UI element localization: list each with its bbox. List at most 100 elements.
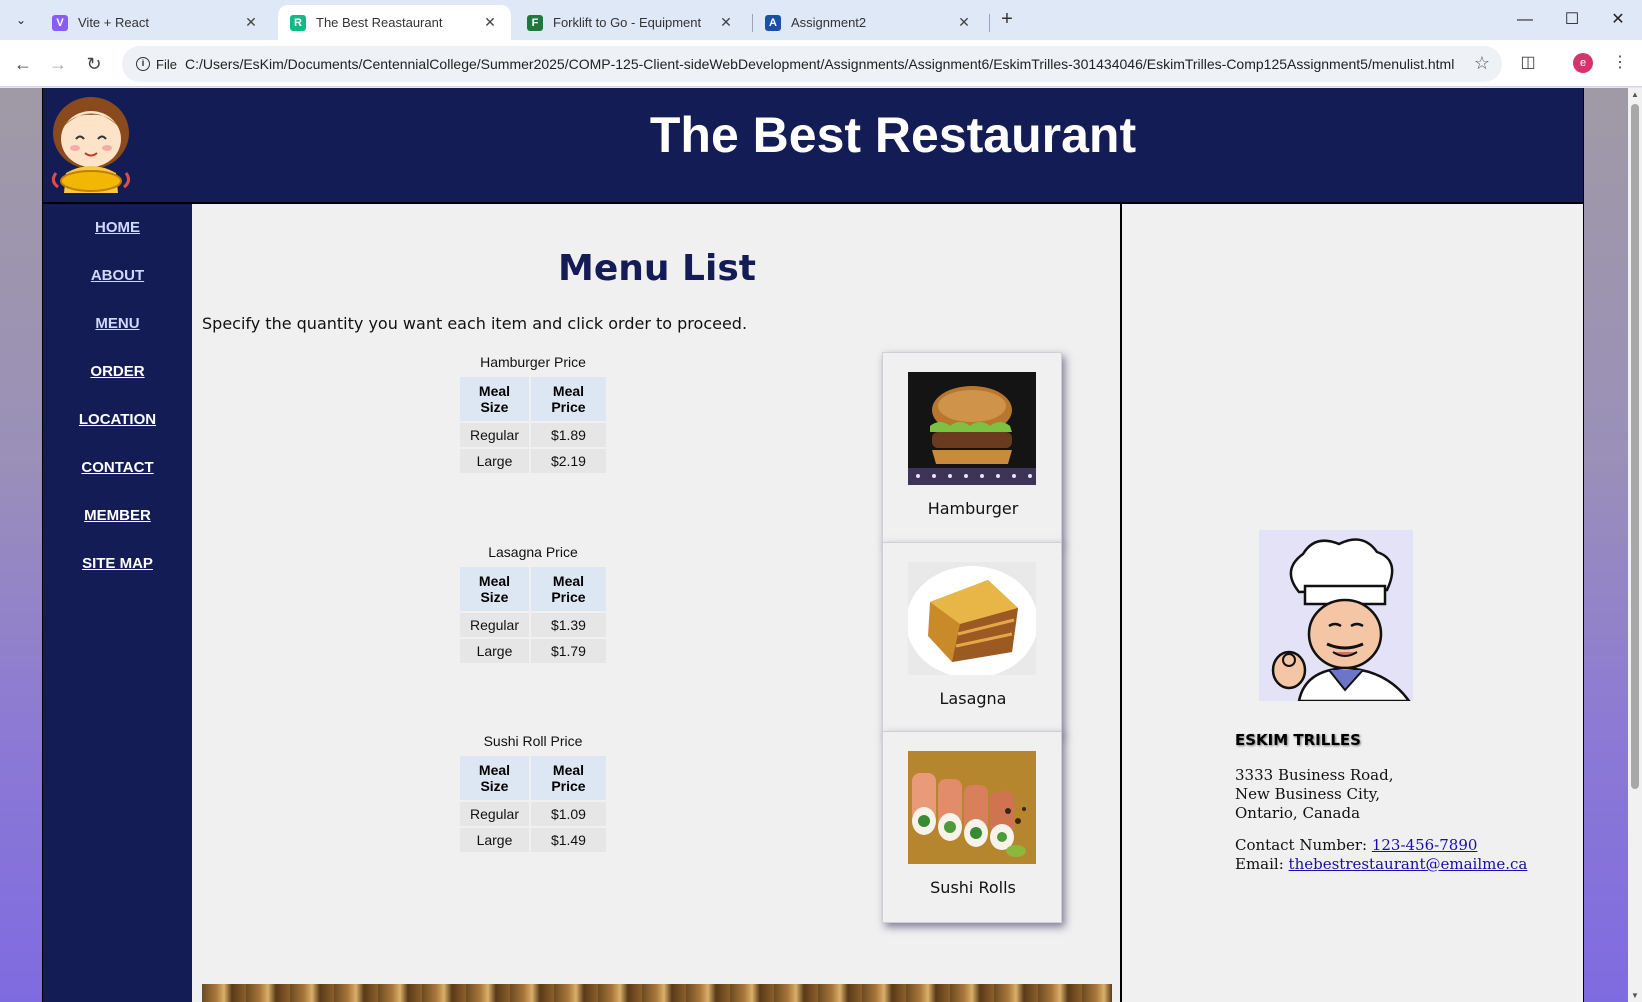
column-header-size: Meal Size bbox=[460, 377, 529, 421]
new-tab-plus-icon[interactable]: + bbox=[995, 8, 1019, 32]
menu-main-content: Menu List Specify the quantity you want … bbox=[192, 204, 1122, 1002]
forward-arrow-icon[interactable]: → bbox=[45, 51, 71, 77]
browser-menu-icon[interactable]: ⋮ bbox=[1612, 51, 1628, 75]
intro-text: Specify the quantity you want each item … bbox=[202, 314, 748, 333]
profile-avatar[interactable]: e bbox=[1573, 53, 1593, 73]
nav-home-link[interactable]: HOME bbox=[43, 219, 192, 236]
close-icon[interactable]: ✕ bbox=[242, 14, 260, 31]
assignment-favicon-icon: A bbox=[765, 14, 781, 31]
close-icon[interactable]: ✕ bbox=[481, 14, 499, 31]
scheme-label: File bbox=[156, 56, 177, 72]
tab-search-chevron-icon[interactable]: ⌄ bbox=[8, 7, 34, 33]
table-header-row: Meal Size Meal Price bbox=[460, 377, 606, 421]
email-label: Email: bbox=[1235, 855, 1284, 873]
close-icon[interactable]: ✕ bbox=[955, 14, 973, 31]
close-icon[interactable]: ✕ bbox=[717, 14, 735, 31]
email-link[interactable]: thebestrestaurant@emailme.ca bbox=[1289, 855, 1528, 873]
meal-price-cell: $1.39 bbox=[530, 613, 606, 637]
column-header-size: Meal Size bbox=[460, 756, 529, 800]
meal-size-cell: Large bbox=[460, 639, 529, 663]
meal-size-cell: Regular bbox=[460, 802, 529, 826]
address-bar[interactable]: i File C:/Users/EsKim/Documents/Centenni… bbox=[122, 46, 1502, 82]
meal-price-cell: $2.19 bbox=[530, 449, 606, 473]
meal-price-cell: $1.09 bbox=[530, 802, 606, 826]
contact-block: Contact Number: 123-456-7890 Email: theb… bbox=[1235, 836, 1527, 874]
owner-name: ESKIM TRILLES bbox=[1235, 731, 1361, 749]
price-table: Meal Size Meal Price Regular $1.39 Large… bbox=[458, 565, 608, 665]
nav-order-link[interactable]: ORDER bbox=[43, 363, 192, 380]
column-header-price: Meal Price bbox=[530, 377, 606, 421]
table-row: Large $1.49 bbox=[460, 828, 606, 852]
meal-price-cell: $1.89 bbox=[530, 423, 606, 447]
back-arrow-icon[interactable]: ← bbox=[10, 51, 36, 77]
nav-location-link[interactable]: LOCATION bbox=[43, 411, 192, 428]
info-icon: i bbox=[136, 57, 150, 71]
extensions-puzzle-icon[interactable]: ◫ bbox=[1516, 51, 1540, 75]
email-line: Email: thebestrestaurant@emailme.ca bbox=[1235, 855, 1527, 874]
tab-title: Forklift to Go - Equipment bbox=[553, 15, 702, 30]
lasagna-price-block: Lasagna Price Meal Size Meal Price Regul… bbox=[458, 544, 608, 665]
price-caption: Lasagna Price bbox=[488, 544, 578, 560]
column-header-size: Meal Size bbox=[460, 567, 529, 611]
meal-size-cell: Regular bbox=[460, 613, 529, 637]
browser-toolbar: ← → ↻ i File C:/Users/EsKim/Documents/Ce… bbox=[0, 40, 1642, 87]
column-header-price: Meal Price bbox=[530, 567, 606, 611]
table-row: Large $1.79 bbox=[460, 639, 606, 663]
nav-contact-link[interactable]: CONTACT bbox=[43, 459, 192, 476]
hamburger-price-block: Hamburger Price Meal Size Meal Price Reg… bbox=[458, 354, 608, 475]
reload-icon[interactable]: ↻ bbox=[81, 51, 107, 77]
sushi-rolls-photo bbox=[908, 751, 1036, 864]
side-navigation: HOME ABOUT MENU ORDER LOCATION CONTACT M… bbox=[43, 204, 192, 1002]
nav-member-link[interactable]: MEMBER bbox=[43, 507, 192, 524]
nav-site-map-link[interactable]: SITE MAP bbox=[43, 555, 192, 572]
chef-illustration bbox=[1259, 530, 1413, 701]
tab-vite-react[interactable]: V Vite + React ✕ bbox=[40, 5, 272, 40]
phone-link[interactable]: 123-456-7890 bbox=[1372, 836, 1478, 854]
scroll-down-arrow-icon[interactable]: ▼ bbox=[1630, 991, 1640, 1000]
phone-line: Contact Number: 123-456-7890 bbox=[1235, 836, 1527, 855]
maximize-icon[interactable]: ☐ bbox=[1557, 8, 1587, 32]
nav-about-link[interactable]: ABOUT bbox=[43, 267, 192, 284]
scroll-up-arrow-icon[interactable]: ▲ bbox=[1630, 90, 1640, 99]
bookmark-star-icon[interactable]: ☆ bbox=[1474, 53, 1490, 74]
window-close-icon[interactable]: ✕ bbox=[1603, 8, 1633, 32]
food-name: Sushi Rolls bbox=[930, 878, 1016, 897]
table-header-row: Meal Size Meal Price bbox=[460, 567, 606, 611]
tab-title: Vite + React bbox=[78, 15, 149, 30]
address-line: New Business City, bbox=[1235, 785, 1381, 803]
sushi-card[interactable]: Sushi Rolls bbox=[882, 731, 1062, 923]
tab-assignment2[interactable]: A Assignment2 ✕ bbox=[753, 5, 985, 40]
address-line: Ontario, Canada bbox=[1235, 804, 1361, 822]
price-caption: Sushi Roll Price bbox=[483, 733, 583, 749]
meal-price-cell: $1.49 bbox=[530, 828, 606, 852]
page-title: Menu List bbox=[558, 248, 756, 289]
meal-size-cell: Regular bbox=[460, 423, 529, 447]
scrollbar-thumb[interactable] bbox=[1631, 104, 1639, 789]
site-info-button[interactable]: i File bbox=[130, 53, 185, 75]
tab-separator bbox=[989, 14, 990, 32]
price-table: Meal Size Meal Price Regular $1.89 Large… bbox=[458, 375, 608, 475]
sushi-price-block: Sushi Roll Price Meal Size Meal Price Re… bbox=[458, 733, 608, 854]
forklift-favicon-icon: F bbox=[527, 14, 543, 31]
vertical-scrollbar[interactable]: ▲ ▼ bbox=[1628, 88, 1642, 1002]
owner-contact-sidebar: ESKIM TRILLES 3333 Business Road, New Bu… bbox=[1124, 204, 1583, 1002]
contact-label: Contact Number: bbox=[1235, 836, 1368, 854]
food-name: Lasagna bbox=[939, 689, 1007, 708]
column-header-price: Meal Price bbox=[530, 756, 606, 800]
meal-size-cell: Large bbox=[460, 449, 529, 473]
url-text[interactable]: C:/Users/EsKim/Documents/CentennialColle… bbox=[185, 56, 1454, 72]
price-caption: Hamburger Price bbox=[480, 354, 586, 370]
food-name: Hamburger bbox=[927, 499, 1019, 518]
lasagna-card[interactable]: Lasagna bbox=[882, 542, 1062, 734]
hamburger-card[interactable]: Hamburger bbox=[882, 352, 1062, 544]
address-block: 3333 Business Road, New Business City, O… bbox=[1235, 766, 1393, 823]
tab-best-restaurant[interactable]: R The Best Reastaurant ✕ bbox=[278, 5, 511, 40]
table-row: Regular $1.39 bbox=[460, 613, 606, 637]
tab-forklift[interactable]: F Forklift to Go - Equipment ✕ bbox=[515, 5, 747, 40]
restaurant-interior-photo-strip bbox=[202, 984, 1112, 1002]
table-row: Regular $1.09 bbox=[460, 802, 606, 826]
nav-menu-link[interactable]: MENU bbox=[43, 315, 192, 332]
minimize-icon[interactable]: — bbox=[1510, 8, 1540, 32]
restaurant-favicon-icon: R bbox=[290, 14, 306, 31]
table-row: Large $2.19 bbox=[460, 449, 606, 473]
